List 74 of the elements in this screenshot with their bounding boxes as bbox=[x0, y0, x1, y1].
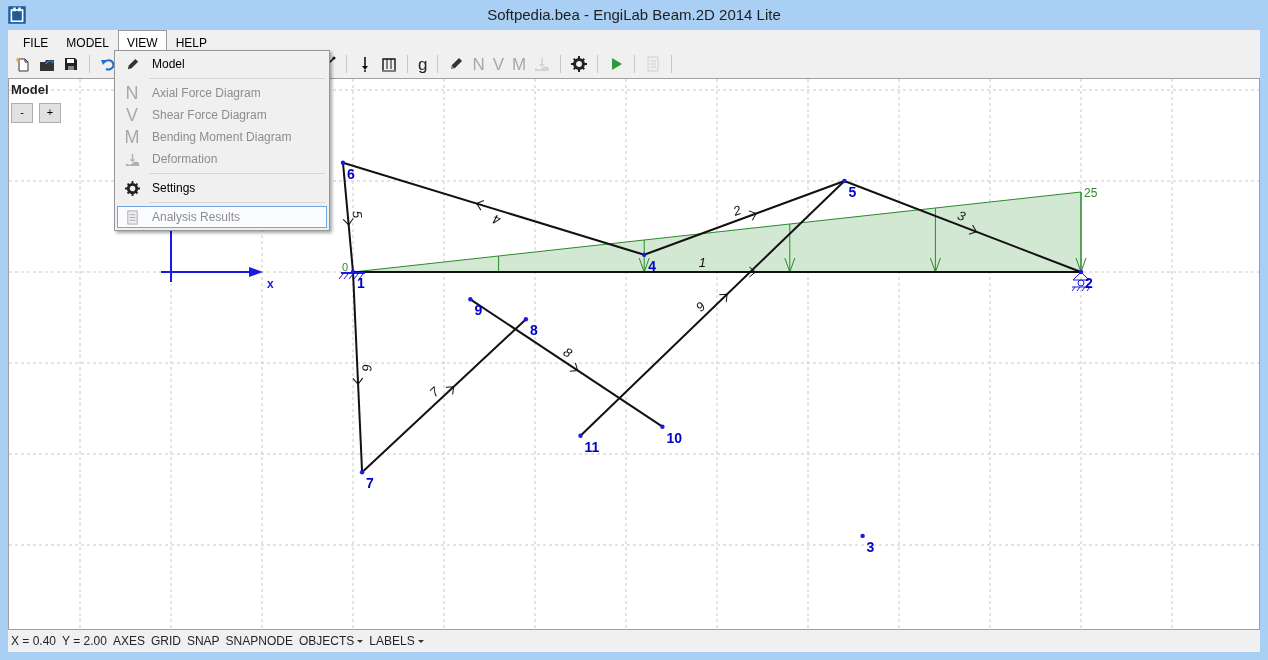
menu-item[interactable]: FILE bbox=[14, 30, 58, 52]
member-label: 2 bbox=[731, 202, 743, 219]
node-point bbox=[660, 424, 665, 429]
caret-icon[interactable] bbox=[417, 639, 424, 643]
settings-icon[interactable] bbox=[571, 56, 588, 72]
save-icon[interactable] bbox=[63, 56, 79, 72]
node-point bbox=[359, 470, 365, 475]
undo-icon[interactable] bbox=[100, 56, 116, 72]
member-label: 1 bbox=[698, 255, 707, 270]
deformation-icon bbox=[124, 151, 140, 167]
distributed-load-icon[interactable] bbox=[381, 56, 397, 72]
member-label: 5 bbox=[349, 210, 366, 219]
node-label: 1 bbox=[357, 275, 365, 291]
load-arrow bbox=[638, 239, 650, 273]
member-label: 4 bbox=[491, 211, 503, 228]
member-label: 3 bbox=[955, 207, 968, 225]
member-label: 8 bbox=[560, 344, 575, 361]
node-label: 5 bbox=[848, 184, 857, 200]
node-label: 7 bbox=[366, 475, 374, 492]
menu-glyph-icon: N bbox=[125, 84, 139, 102]
node-label: 6 bbox=[347, 165, 355, 182]
status-text: AXES bbox=[112, 633, 145, 650]
toolbar-button[interactable]: g bbox=[415, 55, 431, 73]
node-point bbox=[578, 433, 583, 438]
caret-icon[interactable] bbox=[357, 639, 364, 643]
zoom-button[interactable]: + bbox=[39, 102, 61, 123]
load-value: 25 bbox=[1084, 186, 1098, 200]
window-title: Softpedia.bea - EngiLab Beam.2D 2014 Lite bbox=[487, 4, 781, 25]
node-label: 9 bbox=[474, 302, 483, 319]
member-label: 9 bbox=[692, 298, 709, 315]
pencil-icon[interactable] bbox=[448, 56, 465, 72]
menu-item[interactable]: MODEL bbox=[57, 30, 119, 52]
status-dropdown[interactable]: LABELS bbox=[369, 632, 415, 650]
node-point bbox=[1078, 269, 1084, 275]
member-label: 6 bbox=[359, 363, 375, 372]
node-point bbox=[642, 252, 647, 257]
new-file-icon[interactable] bbox=[15, 56, 31, 72]
panel-title: Model bbox=[11, 81, 50, 99]
node-point bbox=[468, 297, 473, 302]
node-label: 3 bbox=[866, 538, 875, 555]
load-arrow bbox=[784, 223, 796, 273]
status-dropdown[interactable]: OBJECTS bbox=[298, 632, 355, 650]
node-point bbox=[350, 269, 356, 275]
axis-label: x bbox=[267, 277, 274, 291]
menu-glyph-icon: V bbox=[126, 106, 138, 124]
menu-item[interactable]: HELP bbox=[166, 30, 217, 52]
status-text: SNAPNODE bbox=[225, 633, 293, 650]
node-point bbox=[523, 317, 529, 322]
menu-item[interactable]: Settings bbox=[117, 177, 327, 199]
status-text: Y = 2.00 bbox=[62, 633, 107, 650]
menu-item[interactable]: VIEW bbox=[118, 30, 167, 52]
app-icon bbox=[7, 4, 27, 26]
load-value: 0 bbox=[342, 261, 349, 273]
load-arrow bbox=[929, 207, 941, 273]
zoom-button[interactable]: - bbox=[11, 102, 33, 123]
status-text: SNAP bbox=[186, 633, 220, 650]
node-label: 2 bbox=[1085, 275, 1093, 291]
node-label: 8 bbox=[529, 322, 538, 339]
node-point bbox=[842, 178, 847, 184]
node-label: 11 bbox=[584, 438, 600, 455]
status-text: GRID bbox=[150, 633, 181, 650]
settings-icon bbox=[124, 180, 140, 196]
fixed-support bbox=[338, 272, 366, 280]
report-icon bbox=[124, 209, 140, 225]
node-label: 10 bbox=[666, 429, 682, 446]
status-text: X = 0.40 bbox=[11, 633, 57, 650]
node-point bbox=[860, 533, 865, 539]
menu-item[interactable]: Model bbox=[117, 53, 327, 75]
node-point bbox=[340, 160, 346, 165]
menu-glyph-icon: M bbox=[124, 128, 140, 146]
roller-support bbox=[1071, 271, 1091, 292]
open-folder-icon[interactable] bbox=[39, 56, 55, 72]
node-label: 4 bbox=[648, 257, 656, 274]
member-label: 7 bbox=[426, 383, 442, 400]
